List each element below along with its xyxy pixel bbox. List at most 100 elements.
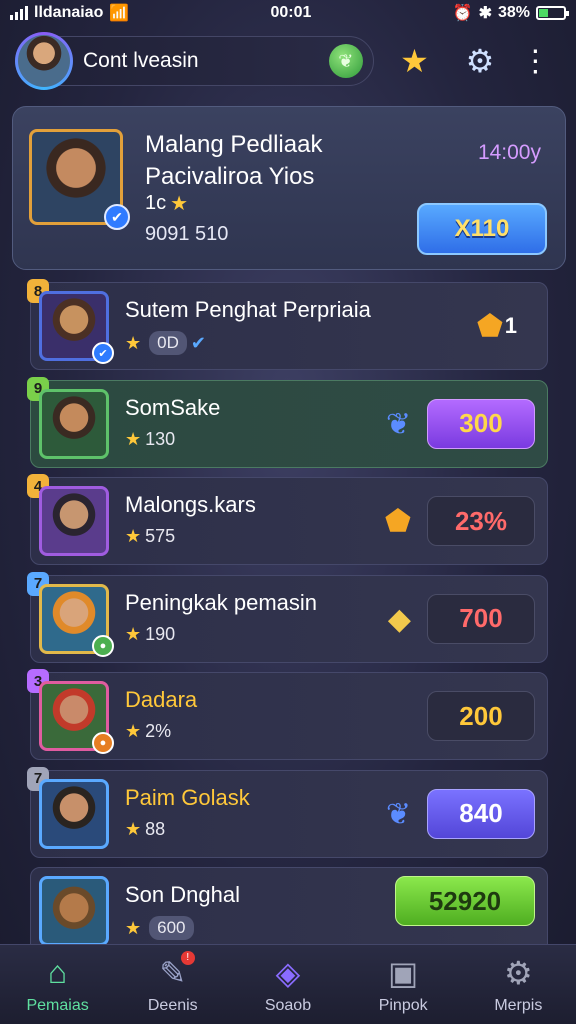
status-bar: lldanaiao 📶 00:01 ⏰ ✱ 38% <box>0 0 576 26</box>
nav-item-chat[interactable]: ✎ ! Deenis <box>123 950 223 1015</box>
notification-badge: ! <box>180 950 195 965</box>
badge-icon: ● <box>92 732 114 754</box>
rank-value-button[interactable]: 700 <box>427 593 535 644</box>
bluetooth-icon: ✱ <box>478 5 492 22</box>
settings-button[interactable]: ⚙ <box>455 36 504 86</box>
featured-timer: 14:00y <box>477 141 541 164</box>
leaf-icon: ❦ <box>338 50 354 71</box>
star-icon: ★ <box>125 917 142 938</box>
cube-icon: ◈ <box>275 954 301 991</box>
more-vertical-icon: ⋮ <box>520 44 551 78</box>
list-item[interactable]: Son Dnghal ★ 600 52920 <box>30 867 548 955</box>
list-item[interactable]: 3 ● Dadara ★ 2% 200 <box>27 669 548 760</box>
player-stat-value: 575 <box>145 526 176 546</box>
featured-player-card[interactable]: ✔ Malang Pedliaak Pacivaliroa Yios 1c ★ … <box>12 106 566 270</box>
player-stat-value: 88 <box>145 818 166 839</box>
player-stat-value: 130 <box>145 428 176 449</box>
crystal-icon: ◆ <box>387 602 411 636</box>
player-stats: ★ 130 <box>125 429 175 450</box>
nav-label: Pemaias <box>26 996 89 1014</box>
profile-pill[interactable]: Cont lveasin ❦ <box>15 32 374 90</box>
nav-item-cube[interactable]: ◈ Soaob <box>238 955 338 1015</box>
star-icon: ★ <box>125 332 142 353</box>
carrier-label: lldanaiao <box>34 4 104 21</box>
featured-score: 9091 510 <box>145 223 229 245</box>
player-name: Peningkak pemasin <box>125 589 318 615</box>
shop-icon: ▣ <box>388 954 419 991</box>
star-icon: ★ <box>125 623 142 644</box>
player-avatar <box>39 876 109 946</box>
player-stat-value: 190 <box>145 623 176 644</box>
avatar[interactable] <box>15 32 73 90</box>
player-stats: ★ 600 <box>125 916 194 940</box>
player-avatar <box>39 486 109 556</box>
more-button[interactable]: ⋮ <box>511 36 560 86</box>
bottom-nav: ⌂ Pemaias ✎ ! Deenis ◈ Soaob ▣ Pinpok ⚙ … <box>0 944 576 1024</box>
rank-value-button[interactable]: 52920 <box>395 876 535 926</box>
player-stats: ★ 575 <box>125 526 175 547</box>
player-name: SomSake <box>125 394 221 420</box>
list-item[interactable]: 9 SomSake ★ 130 ❦ 300 <box>27 376 548 468</box>
player-stat-value: 2% <box>145 721 172 741</box>
player-avatar <box>39 388 109 459</box>
nav-item-shop[interactable]: ▣ Pinpok <box>353 955 453 1015</box>
player-stats: ★ 88 <box>125 819 165 840</box>
star-icon: ★ <box>125 818 142 839</box>
list-item[interactable]: 7 Paim Golask ★ 88 ❦ 840 <box>27 766 548 858</box>
gem-button[interactable]: ❦ <box>328 44 363 78</box>
featured-stars-label: 1c <box>145 192 167 214</box>
bolt-icon: ⬟ <box>384 505 411 538</box>
nav-label: Soaob <box>264 996 312 1014</box>
rank-value-button[interactable]: 23% <box>427 496 535 546</box>
gear-icon: ⚙ <box>465 43 495 79</box>
profile-name: Cont lveasin <box>83 49 199 72</box>
badge-icon: ● <box>92 634 114 657</box>
list-item[interactable]: 4 Malongs.kars ★ 575 ⬟ 23% <box>27 474 548 565</box>
player-stats: ★ 190 <box>125 624 175 645</box>
top-bar: Cont lveasin ❦ ★ ⚙ ⋮ <box>15 32 560 90</box>
leaf-icon: ❦ <box>385 407 411 441</box>
settings-icon: ⚙ <box>504 954 533 991</box>
rank-value-button[interactable]: 300 <box>427 398 535 449</box>
player-name: Son Dnghal <box>125 882 240 907</box>
nav-item-settings[interactable]: ⚙ Merpis <box>468 955 568 1015</box>
player-name: Dadara <box>125 687 198 712</box>
list-item[interactable]: 8 ✔ Sutem Penghat Perpriaia ★ 0D ✔ ⬟ 1 <box>27 279 548 370</box>
featured-portrait: ✔ <box>29 129 130 230</box>
player-avatar: ● <box>39 681 114 754</box>
nav-label: Merpis <box>494 996 543 1014</box>
nav-label: Pinpok <box>378 996 428 1014</box>
star-icon: ★ <box>125 428 142 449</box>
signal-icon <box>10 6 28 20</box>
player-name: Sutem Penghat Perpriaia <box>125 297 371 322</box>
star-icon: ★ <box>125 721 142 741</box>
rank-value-button[interactable]: 200 <box>427 691 535 741</box>
favorites-button[interactable]: ★ <box>390 36 439 86</box>
star-icon: ★ <box>400 43 429 79</box>
rank-value: 1 <box>504 313 517 338</box>
check-icon: ✔ <box>190 332 206 353</box>
bolt-icon: ⬟ <box>476 310 503 343</box>
player-name: Paim Golask <box>125 784 250 810</box>
rank-value-button[interactable]: 840 <box>427 788 535 839</box>
alarm-icon: ⏰ <box>452 5 473 22</box>
leaf-icon: ❦ <box>385 797 411 831</box>
list-item[interactable]: 7 ● Peningkak pemasin ★ 190 ◆ 700 <box>27 571 548 663</box>
player-avatar <box>39 778 109 849</box>
featured-cta-button[interactable]: X110 <box>417 203 547 255</box>
nav-item-home[interactable]: ⌂ Pemaias <box>8 954 108 1015</box>
featured-stars: 1c ★ <box>145 191 188 216</box>
player-stat-value: 600 <box>149 916 194 940</box>
player-stat-value: 0D <box>149 331 187 355</box>
nav-label: Deenis <box>147 996 198 1014</box>
clock: 00:01 <box>270 4 312 21</box>
verified-icon: ✔ <box>104 204 130 230</box>
player-avatar: ✔ <box>39 291 114 364</box>
star-icon: ★ <box>170 193 189 215</box>
player-avatar: ● <box>39 583 114 657</box>
player-name: Malongs.kars <box>125 492 256 517</box>
badge-icon: ✔ <box>92 342 114 364</box>
battery-percent: 38% <box>497 4 530 21</box>
battery-icon <box>536 6 569 20</box>
player-stats: ★ 0D ✔ <box>125 331 206 355</box>
